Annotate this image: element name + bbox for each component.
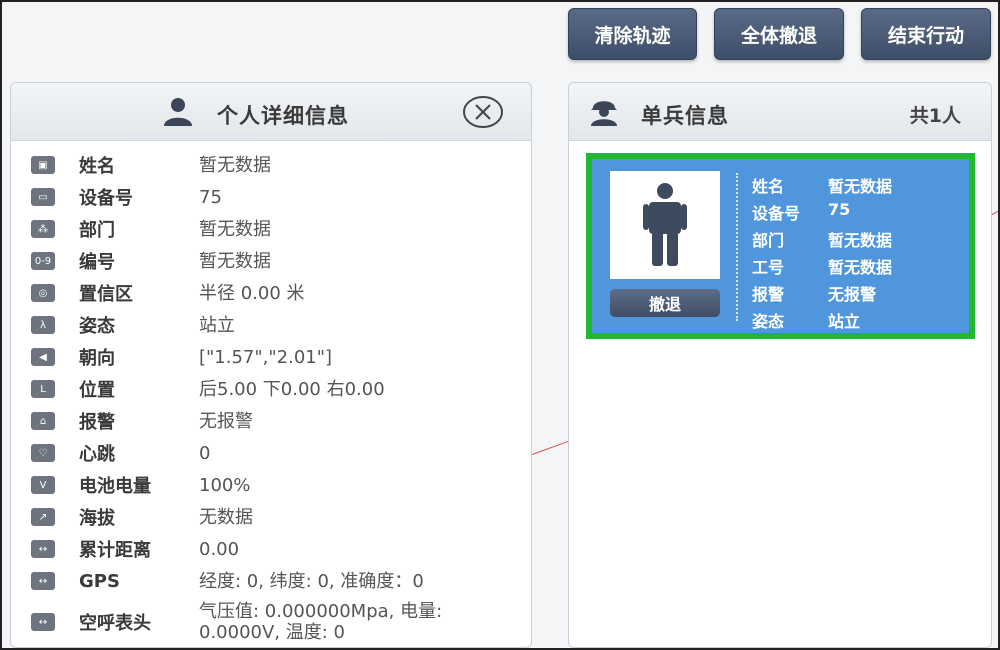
detail-value: 0.00 bbox=[199, 538, 240, 560]
detail-label: 电池电量 bbox=[79, 476, 151, 497]
detail-value: 0 bbox=[199, 442, 211, 464]
detail-label: 编号 bbox=[79, 252, 115, 273]
card-field-label: 姓名 bbox=[752, 177, 785, 196]
soldier-info-header: 单兵信息 共1人 bbox=[569, 83, 991, 141]
detail-row-alarm: ⌂ 报警 无报警 bbox=[11, 405, 531, 437]
map-track-line bbox=[532, 440, 570, 455]
detail-value: 气压值: 0.000000Mpa, 电量: 0.0000V, 温度: 0 bbox=[199, 601, 443, 643]
detail-label: 空呼表头 bbox=[79, 613, 151, 634]
detail-label: 位置 bbox=[79, 380, 115, 401]
gps-icon: ↔ bbox=[31, 572, 55, 590]
id-card-icon: ▣ bbox=[31, 156, 55, 174]
detail-value: 经度: 0, 纬度: 0, 准确度：0 bbox=[199, 570, 424, 592]
retreat-all-button[interactable]: 全体撤退 bbox=[714, 8, 844, 60]
soldier-avatar bbox=[610, 171, 720, 279]
position-icon: L bbox=[31, 380, 55, 398]
card-field-value: 暂无数据 bbox=[828, 231, 893, 250]
card-divider bbox=[736, 173, 738, 321]
personal-detail-header: 个人详细信息 bbox=[11, 83, 531, 141]
detail-label: 心跳 bbox=[79, 444, 115, 465]
card-field-label: 设备号 bbox=[752, 204, 801, 223]
detail-value: 暂无数据 bbox=[199, 250, 271, 272]
device-icon: ▭ bbox=[31, 188, 55, 206]
person-icon bbox=[164, 98, 192, 126]
detail-row-name: ▣ 姓名 暂无数据 bbox=[11, 149, 531, 181]
detail-label: 累计距离 bbox=[79, 540, 151, 561]
detail-row-gps: ↔ GPS 经度: 0, 纬度: 0, 准确度：0 bbox=[11, 565, 531, 597]
detail-row-distance: ↔ 累计距离 0.00 bbox=[11, 533, 531, 565]
detail-row-device: ▭ 设备号 75 bbox=[11, 181, 531, 213]
card-field-label: 部门 bbox=[752, 231, 785, 250]
target-icon: ◎ bbox=[31, 284, 55, 302]
end-action-button[interactable]: 结束行动 bbox=[861, 8, 991, 60]
detail-row-confidence: ◎ 置信区 半径 0.00 米 bbox=[11, 277, 531, 309]
detail-label: 姿态 bbox=[79, 316, 115, 337]
clear-track-button[interactable]: 清除轨迹 bbox=[568, 8, 697, 60]
close-icon[interactable] bbox=[462, 95, 504, 129]
detail-row-posture: λ 姿态 站立 bbox=[11, 309, 531, 341]
card-field-label: 报警 bbox=[752, 285, 785, 304]
number-icon: 0-9 bbox=[31, 252, 55, 270]
personal-detail-panel: 个人详细信息 ▣ 姓名 暂无数据 ▭ 设备号 75 ⁂ 部门 暂无数据 0-9 … bbox=[10, 82, 532, 648]
detail-label: 姓名 bbox=[79, 156, 115, 177]
card-field-value: 站立 bbox=[828, 312, 861, 331]
card-field-label: 姿态 bbox=[752, 312, 785, 331]
card-field-value: 75 bbox=[828, 200, 851, 219]
detail-row-direction: ◀ 朝向 ["1.57","2.01"] bbox=[11, 341, 531, 373]
detail-value: ["1.57","2.01"] bbox=[199, 346, 333, 368]
detail-value: 暂无数据 bbox=[199, 218, 271, 240]
department-icon: ⁂ bbox=[31, 220, 55, 238]
soldier-info-title: 单兵信息 bbox=[641, 104, 729, 128]
detail-label: 置信区 bbox=[79, 284, 133, 305]
detail-value: 100% bbox=[199, 474, 251, 496]
personal-detail-title: 个人详细信息 bbox=[217, 104, 349, 128]
soldier-info-panel: 单兵信息 共1人 撤退 姓名 暂无数据 设备号 75 部门 暂无数据 工号 暂无… bbox=[568, 82, 992, 648]
detail-value: 半径 0.00 米 bbox=[199, 282, 305, 304]
soldier-card[interactable]: 撤退 姓名 暂无数据 设备号 75 部门 暂无数据 工号 暂无数据 报警 无报警… bbox=[586, 153, 975, 339]
detail-value: 无数据 bbox=[199, 506, 253, 528]
soldier-count: 共1人 bbox=[909, 105, 961, 127]
detail-value: 后5.00 下0.00 右0.00 bbox=[199, 378, 385, 400]
detail-label: 海拔 bbox=[79, 508, 115, 529]
detail-label: GPS bbox=[79, 570, 120, 592]
respirator-icon: ↔ bbox=[31, 613, 55, 631]
detail-value: 75 bbox=[199, 186, 222, 208]
app-window: 清除轨迹 全体撤退 结束行动 个人详细信息 ▣ 姓名 暂无数据 ▭ 设备号 75… bbox=[0, 0, 1000, 650]
heart-icon: ♡ bbox=[31, 444, 55, 462]
direction-icon: ◀ bbox=[31, 348, 55, 366]
detail-row-respirator: ↔ 空呼表头 气压值: 0.000000Mpa, 电量: 0.0000V, 温度… bbox=[11, 597, 531, 647]
detail-value: 站立 bbox=[199, 314, 235, 336]
posture-icon: λ bbox=[31, 316, 55, 334]
detail-label: 设备号 bbox=[79, 188, 133, 209]
detail-row-department: ⁂ 部门 暂无数据 bbox=[11, 213, 531, 245]
detail-value: 暂无数据 bbox=[199, 154, 271, 176]
distance-icon: ↔ bbox=[31, 540, 55, 558]
battery-icon: V bbox=[31, 476, 55, 494]
retreat-button[interactable]: 撤退 bbox=[610, 289, 720, 317]
card-field-label: 工号 bbox=[752, 258, 785, 277]
card-field-value: 暂无数据 bbox=[828, 258, 893, 277]
detail-row-altitude: ↗ 海拔 无数据 bbox=[11, 501, 531, 533]
detail-label: 部门 bbox=[79, 220, 115, 241]
detail-value: 无报警 bbox=[199, 410, 253, 432]
detail-label: 朝向 bbox=[79, 348, 115, 369]
detail-row-heartbeat: ♡ 心跳 0 bbox=[11, 437, 531, 469]
person-figure-icon bbox=[643, 183, 687, 266]
altitude-icon: ↗ bbox=[31, 508, 55, 526]
alarm-icon: ⌂ bbox=[31, 412, 55, 430]
card-field-value: 暂无数据 bbox=[828, 177, 893, 196]
detail-row-number: 0-9 编号 暂无数据 bbox=[11, 245, 531, 277]
detail-row-battery: V 电池电量 100% bbox=[11, 469, 531, 501]
card-field-value: 无报警 bbox=[828, 285, 877, 304]
detail-row-position: L 位置 后5.00 下0.00 右0.00 bbox=[11, 373, 531, 405]
detail-label: 报警 bbox=[79, 412, 115, 433]
soldier-helmet-icon bbox=[591, 101, 617, 126]
